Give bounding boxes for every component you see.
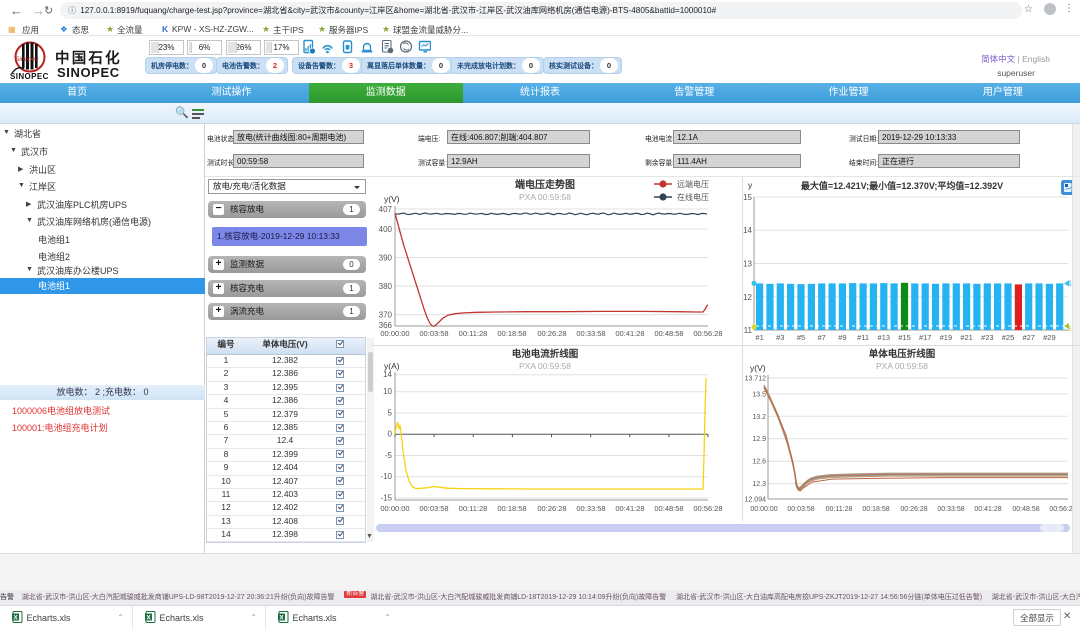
- svg-text:y(V): y(V): [384, 194, 400, 204]
- svg-text:12.9: 12.9: [752, 436, 766, 443]
- svg-text:00:48:58: 00:48:58: [1012, 506, 1039, 513]
- svg-text:PXA 00:59:58: PXA 00:59:58: [519, 361, 571, 371]
- svg-text:00:48:58: 00:48:58: [654, 504, 683, 513]
- svg-text:13.712: 13.712: [745, 376, 767, 383]
- svg-text:15: 15: [743, 193, 752, 202]
- svg-text:X: X: [146, 615, 151, 622]
- svg-text:#19: #19: [940, 333, 953, 342]
- svg-text:#7: #7: [818, 333, 826, 342]
- svg-text:#27: #27: [1022, 333, 1035, 342]
- svg-text:370: 370: [379, 311, 393, 320]
- svg-text:#3: #3: [776, 333, 784, 342]
- svg-text:最大值=12.421V;最小值=12.370V;平均值=12: 最大值=12.421V;最小值=12.370V;平均值=12.392V: [801, 180, 1003, 191]
- svg-text:y(V): y(V): [750, 363, 766, 373]
- svg-text:SINOPEC: SINOPEC: [10, 72, 49, 81]
- svg-text:407: 407: [379, 205, 393, 214]
- svg-text:#17: #17: [919, 333, 932, 342]
- svg-text:00:33:58: 00:33:58: [937, 506, 964, 513]
- svg-text:12.3: 12.3: [752, 481, 766, 488]
- svg-text:#21: #21: [960, 333, 973, 342]
- svg-text:00:18:58: 00:18:58: [862, 506, 889, 513]
- svg-text:00:41:28: 00:41:28: [974, 506, 1001, 513]
- svg-text:-5: -5: [385, 451, 393, 460]
- svg-text:00:56:28: 00:56:28: [693, 504, 722, 513]
- svg-text:#13: #13: [878, 333, 891, 342]
- svg-text:在线电压: 在线电压: [677, 192, 709, 202]
- svg-text:00:26:28: 00:26:28: [900, 506, 927, 513]
- svg-text:11: 11: [744, 326, 753, 335]
- svg-text:SINOPEC: SINOPEC: [57, 65, 120, 80]
- svg-text:14: 14: [743, 226, 752, 235]
- svg-text:14: 14: [383, 370, 392, 379]
- svg-text:00:03:58: 00:03:58: [419, 504, 448, 513]
- svg-text:电池电流折线图: 电池电流折线图: [512, 348, 579, 360]
- svg-text:5: 5: [388, 409, 393, 418]
- svg-text:#23: #23: [981, 333, 994, 342]
- svg-text:00:18:58: 00:18:58: [497, 329, 526, 338]
- svg-text:00:00:00: 00:00:00: [380, 504, 409, 513]
- svg-text:00:11:28: 00:11:28: [459, 329, 488, 338]
- svg-text:00:48:58: 00:48:58: [654, 329, 683, 338]
- svg-text:y: y: [748, 180, 753, 190]
- svg-text:X: X: [13, 615, 18, 622]
- svg-text:10: 10: [383, 387, 392, 396]
- svg-text:00:56:28: 00:56:28: [693, 329, 722, 338]
- svg-text:单体电压折线图: 单体电压折线图: [869, 348, 936, 360]
- svg-text:00:33:58: 00:33:58: [576, 504, 605, 513]
- svg-text:400: 400: [379, 225, 393, 234]
- svg-text:#11: #11: [857, 333, 869, 342]
- svg-text:-10: -10: [380, 472, 392, 481]
- svg-text:00:11:28: 00:11:28: [826, 506, 853, 513]
- svg-text:00:41:28: 00:41:28: [615, 504, 644, 513]
- svg-text:PXA 00:59:58: PXA 00:59:58: [876, 361, 928, 371]
- svg-text:PXA 00:59:58: PXA 00:59:58: [519, 192, 571, 202]
- svg-text:00:11:28: 00:11:28: [459, 504, 488, 513]
- svg-text:-15: -15: [380, 493, 392, 502]
- svg-text:00:18:58: 00:18:58: [497, 504, 526, 513]
- svg-text:远端电压: 远端电压: [677, 179, 709, 189]
- svg-text:Sinopec: Sinopec: [15, 56, 39, 63]
- svg-text:00:03:58: 00:03:58: [419, 329, 448, 338]
- svg-text:00:00:00: 00:00:00: [380, 329, 409, 338]
- svg-text:端电压走势图: 端电压走势图: [515, 178, 575, 191]
- svg-text:#15: #15: [898, 333, 911, 342]
- svg-text:0: 0: [388, 430, 393, 439]
- svg-text:13: 13: [743, 260, 752, 269]
- svg-text:00:03:58: 00:03:58: [787, 506, 814, 513]
- svg-text:00:26:28: 00:26:28: [537, 329, 566, 338]
- svg-text:13.2: 13.2: [752, 414, 766, 421]
- svg-text:380: 380: [379, 282, 393, 291]
- svg-text:00:26:28: 00:26:28: [537, 504, 566, 513]
- svg-text:12.094: 12.094: [745, 497, 767, 504]
- svg-text:12.6: 12.6: [752, 459, 766, 466]
- svg-text:#29: #29: [1043, 333, 1056, 342]
- svg-text:X: X: [279, 615, 284, 622]
- svg-text:00:00:00: 00:00:00: [750, 506, 777, 513]
- svg-text:00:41:28: 00:41:28: [615, 329, 644, 338]
- svg-text:390: 390: [379, 254, 393, 263]
- svg-text:#5: #5: [797, 333, 805, 342]
- svg-text:#25: #25: [1002, 333, 1015, 342]
- svg-text:00:33:58: 00:33:58: [576, 329, 605, 338]
- svg-text:#1: #1: [755, 333, 763, 342]
- svg-text:12: 12: [743, 293, 752, 302]
- svg-text:13.5: 13.5: [752, 391, 766, 398]
- svg-text:#9: #9: [838, 333, 846, 342]
